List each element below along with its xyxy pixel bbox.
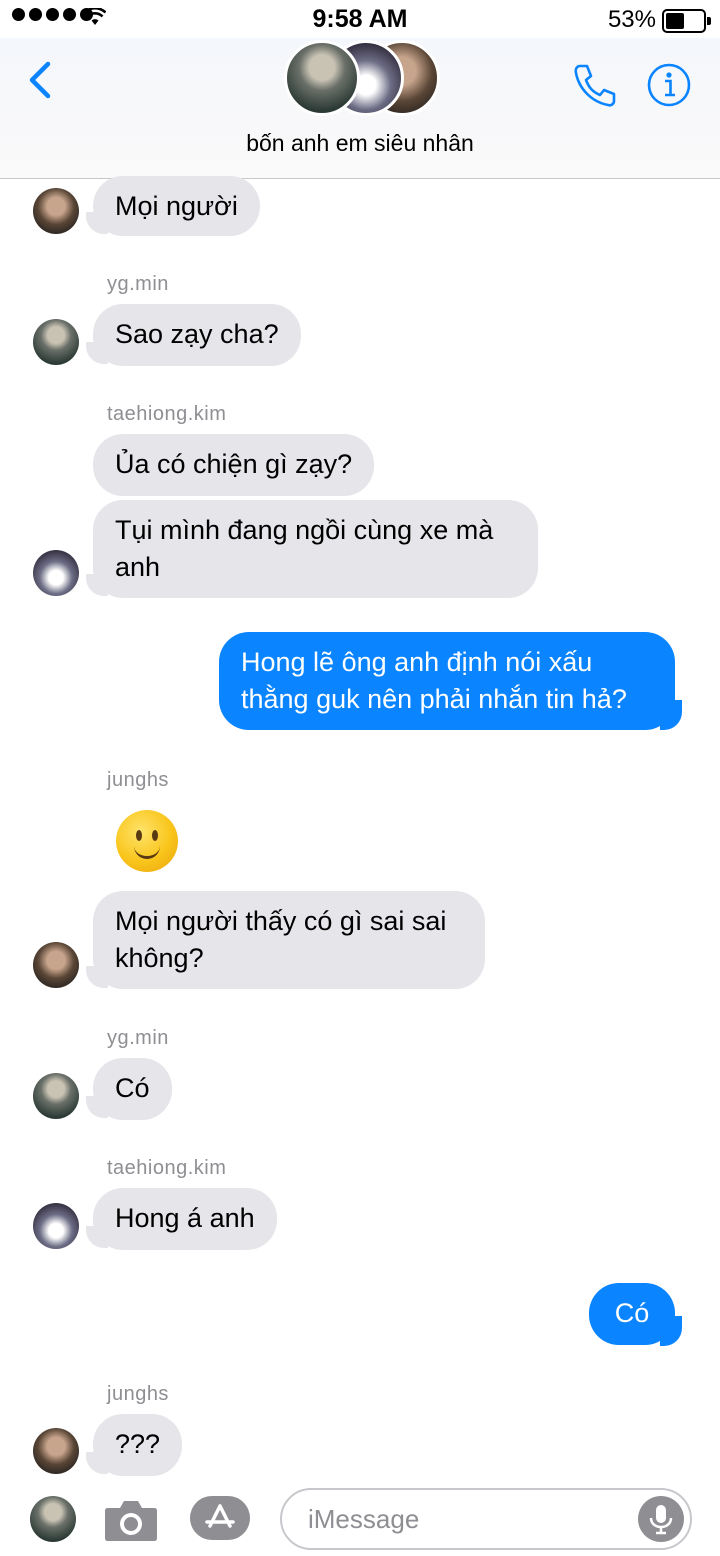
message-input-placeholder: iMessage bbox=[308, 1504, 420, 1534]
message-bubble[interactable]: Sao zạy cha? bbox=[93, 304, 301, 366]
sender-name: junghs bbox=[107, 1383, 169, 1405]
battery-percent: 53% bbox=[607, 6, 656, 33]
avatar[interactable] bbox=[33, 942, 79, 988]
back-chevron-icon[interactable] bbox=[22, 60, 62, 100]
group-name[interactable]: bốn anh em siêu nhân bbox=[0, 130, 720, 157]
conversation-header: bốn anh em siêu nhân bbox=[0, 38, 720, 179]
camera-icon[interactable] bbox=[104, 1496, 158, 1542]
sender-name: yg.min bbox=[107, 1027, 169, 1049]
message-bubble-outgoing[interactable]: Có bbox=[589, 1283, 675, 1345]
message-bubble[interactable]: Mọi người thấy có gì sai sai không? bbox=[93, 891, 485, 989]
phone-icon[interactable] bbox=[570, 60, 620, 110]
message-bubble[interactable]: Mọi người bbox=[93, 176, 260, 236]
message-bubble[interactable]: Có bbox=[93, 1058, 172, 1120]
message-bubble[interactable]: Tụi mình đang ngồi cùng xe mà anh bbox=[93, 500, 538, 598]
status-bar: 9:58 AM 53% bbox=[0, 0, 720, 38]
message-input[interactable]: iMessage bbox=[280, 1488, 692, 1550]
avatar[interactable] bbox=[33, 188, 79, 234]
sender-name: junghs bbox=[107, 769, 169, 791]
avatar[interactable] bbox=[33, 1203, 79, 1249]
sender-name: taehiong.kim bbox=[107, 403, 227, 425]
avatar[interactable] bbox=[33, 1428, 79, 1474]
message-bubble[interactable]: Hong á anh bbox=[93, 1188, 277, 1250]
avatar[interactable] bbox=[30, 1496, 76, 1542]
microphone-icon[interactable] bbox=[638, 1496, 684, 1542]
sender-name: taehiong.kim bbox=[107, 1157, 227, 1179]
message-bubble[interactable]: ??? bbox=[93, 1414, 183, 1476]
slightly-smiling-face-icon[interactable] bbox=[116, 810, 178, 872]
app-store-icon[interactable] bbox=[190, 1496, 250, 1540]
sender-name: yg.min bbox=[107, 273, 169, 295]
group-avatars[interactable] bbox=[284, 40, 444, 120]
avatar[interactable] bbox=[33, 1073, 79, 1119]
avatar[interactable] bbox=[33, 319, 79, 365]
message-bubble-outgoing[interactable]: Hong lẽ ông anh định nói xấu thằng guk n… bbox=[219, 632, 675, 730]
battery-icon bbox=[662, 9, 711, 33]
avatar[interactable] bbox=[33, 550, 79, 596]
avatar bbox=[284, 40, 360, 116]
message-bubble[interactable]: Ủa có chiện gì zạy? bbox=[93, 434, 375, 496]
info-icon[interactable] bbox=[646, 62, 692, 108]
